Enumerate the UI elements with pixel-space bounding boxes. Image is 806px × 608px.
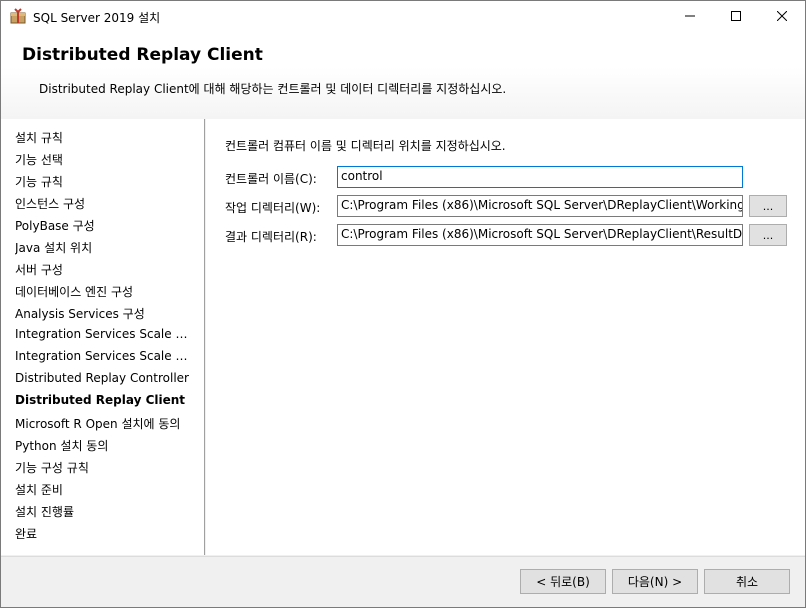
sidebar-item-java-install-location[interactable]: Java 설치 위치 bbox=[15, 239, 195, 256]
sidebar-item-database-engine-config[interactable]: 데이터베이스 엔진 구성 bbox=[15, 283, 195, 300]
close-icon bbox=[777, 11, 787, 21]
sidebar-item-microsoft-r-open-consent[interactable]: Microsoft R Open 설치에 동의 bbox=[15, 415, 195, 432]
sidebar-item-server-config[interactable]: 서버 구성 bbox=[15, 261, 195, 278]
title-bar[interactable]: SQL Server 2019 설치 bbox=[1, 1, 805, 31]
sidebar-nav: 설치 규칙 기능 선택 기능 규칙 인스턴스 구성 PolyBase 구성 Ja… bbox=[1, 119, 205, 555]
sidebar-item-polybase-config[interactable]: PolyBase 구성 bbox=[15, 217, 195, 234]
footer-bar: < 뒤로(B) 다음(N) > 취소 bbox=[1, 556, 805, 607]
minimize-icon bbox=[685, 15, 695, 17]
cancel-button[interactable]: 취소 bbox=[704, 569, 790, 594]
working-directory-label: 작업 디렉터리(W): bbox=[225, 201, 321, 215]
sidebar-item-ready-to-install[interactable]: 설치 준비 bbox=[15, 481, 195, 498]
sidebar-item-integration-services-scale-out-master[interactable]: Integration Services Scale Out ... bbox=[15, 327, 195, 341]
controller-name-label: 컨트롤러 이름(C): bbox=[225, 172, 317, 186]
working-directory-browse-button[interactable]: ... bbox=[749, 195, 787, 217]
result-directory-input[interactable]: C:\Program Files (x86)\Microsoft SQL Ser… bbox=[337, 224, 743, 246]
sidebar-item-instance-config[interactable]: 인스턴스 구성 bbox=[15, 195, 195, 212]
instruction-text: 컨트롤러 컴퓨터 이름 및 디렉터리 위치를 지정하십시오. bbox=[225, 139, 506, 153]
back-button[interactable]: < 뒤로(B) bbox=[520, 569, 606, 594]
sidebar-item-install-progress[interactable]: 설치 진행률 bbox=[15, 503, 195, 520]
working-directory-input[interactable]: C:\Program Files (x86)\Microsoft SQL Ser… bbox=[337, 195, 743, 217]
result-directory-browse-button[interactable]: ... bbox=[749, 224, 787, 246]
sql-server-setup-icon bbox=[10, 8, 26, 24]
sidebar-item-complete[interactable]: 완료 bbox=[15, 525, 195, 542]
next-button[interactable]: 다음(N) > bbox=[612, 569, 698, 594]
sidebar-item-distributed-replay-controller[interactable]: Distributed Replay Controller bbox=[15, 371, 195, 385]
sidebar-item-setup-rules[interactable]: 설치 규칙 bbox=[15, 129, 195, 146]
close-button[interactable] bbox=[759, 1, 805, 31]
window-title: SQL Server 2019 설치 bbox=[33, 11, 161, 25]
maximize-button[interactable] bbox=[713, 1, 759, 31]
main-panel: 컨트롤러 컴퓨터 이름 및 디렉터리 위치를 지정하십시오. 컨트롤러 이름(C… bbox=[206, 119, 805, 555]
maximize-icon bbox=[731, 11, 741, 21]
sidebar-item-feature-selection[interactable]: 기능 선택 bbox=[15, 151, 195, 168]
result-directory-label: 결과 디렉터리(R): bbox=[225, 230, 317, 244]
sidebar-item-feature-rules[interactable]: 기능 규칙 bbox=[15, 173, 195, 190]
sidebar-item-python-consent[interactable]: Python 설치 동의 bbox=[15, 437, 195, 454]
page-title: Distributed Replay Client bbox=[22, 45, 263, 65]
sidebar-item-analysis-services-config[interactable]: Analysis Services 구성 bbox=[15, 305, 195, 322]
sidebar-item-distributed-replay-client[interactable]: Distributed Replay Client bbox=[15, 393, 195, 407]
page-header: Distributed Replay Client Distributed Re… bbox=[1, 31, 805, 119]
controller-name-input[interactable]: control bbox=[337, 166, 743, 188]
setup-window: SQL Server 2019 설치 Distributed Replay Cl… bbox=[0, 0, 806, 608]
sidebar-item-feature-config-rules[interactable]: 기능 구성 규칙 bbox=[15, 459, 195, 476]
page-description: Distributed Replay Client에 대해 해당하는 컨트롤러 … bbox=[39, 82, 507, 96]
sidebar-item-integration-services-scale-out-worker[interactable]: Integration Services Scale Out ... bbox=[15, 349, 195, 363]
minimize-button[interactable] bbox=[667, 1, 713, 31]
